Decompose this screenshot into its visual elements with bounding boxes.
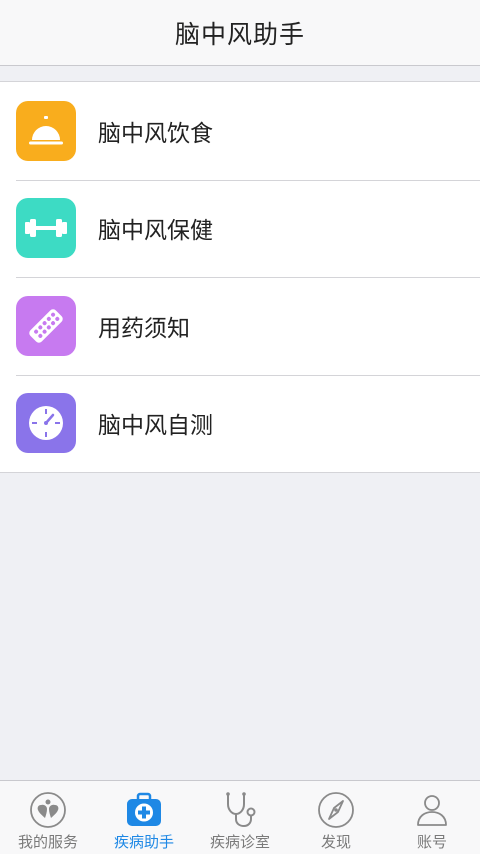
menu-item-diet[interactable]: 脑中风饮食 [0,82,480,180]
menu-item-medication[interactable]: 用药须知 [0,277,480,375]
stethoscope-icon [220,790,260,830]
tab-label: 我的服务 [17,833,78,851]
stopwatch-icon [16,393,76,454]
page-title: 脑中风助手 [174,19,305,49]
dumbbell-icon [16,198,76,259]
navigation-bar: 脑中风助手 [0,0,480,66]
menu-item-label: 脑中风保健 [98,218,213,245]
menu-item-label: 用药须知 [98,315,190,342]
tab-label: 疾病诊室 [209,833,270,851]
menu-item-label: 脑中风自测 [98,413,213,440]
service-bell-icon [16,100,76,161]
menu-list: 脑中风饮食 脑中风保健 用药须知 脑中风自测 [0,81,480,473]
tab-label: 疾病助手 [113,833,174,851]
tab-label: 账号 [416,833,447,851]
tab-clinic[interactable]: 疾病诊室 [192,781,288,854]
pill-strip-icon [16,295,76,356]
menu-item-health-care[interactable]: 脑中风保健 [0,179,480,278]
user-icon [412,790,452,830]
tab-disease-assistant[interactable]: 疾病助手 [96,781,192,854]
tab-my-services[interactable]: 我的服务 [0,781,96,854]
tab-label: 发现 [320,833,351,851]
medical-bag-icon [124,790,164,830]
hearts-icon [28,790,68,830]
tab-discover[interactable]: 发现 [288,781,384,854]
compass-icon [316,790,356,830]
tab-account[interactable]: 账号 [384,781,480,854]
tab-bar: 我的服务 疾病助手 疾病诊室 发现 账号 [0,780,480,854]
menu-item-self-test[interactable]: 脑中风自测 [0,374,480,473]
menu-item-label: 脑中风饮食 [98,120,213,147]
